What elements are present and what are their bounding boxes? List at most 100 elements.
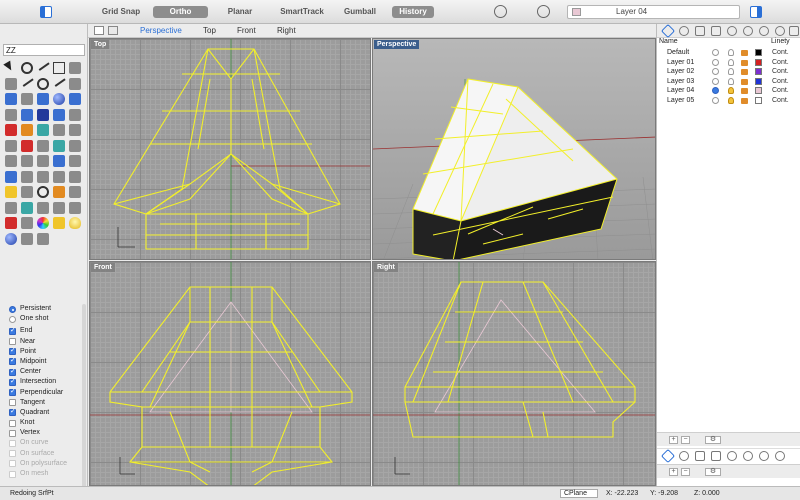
- osnap-on-surface[interactable]: On surface: [4, 449, 84, 459]
- remove-layer-button[interactable]: −: [681, 436, 690, 444]
- tool-icon[interactable]: [37, 232, 49, 245]
- layer-row[interactable]: Layer 05 Cont.: [657, 96, 800, 106]
- visibility-bulb-icon[interactable]: [728, 77, 734, 85]
- perspective-viewport[interactable]: Perspective: [372, 38, 656, 260]
- trim-icon[interactable]: [5, 124, 17, 136]
- smarttrack-button[interactable]: SmartTrack: [279, 6, 325, 18]
- grid-icon[interactable]: [21, 170, 33, 183]
- right-viewport[interactable]: Right: [372, 261, 656, 486]
- mesh-icon[interactable]: [5, 170, 17, 183]
- layer-options-gear-icon[interactable]: ⚙: [705, 436, 721, 444]
- current-layer-radio[interactable]: [712, 96, 719, 104]
- lock-icon[interactable]: [741, 69, 748, 75]
- gumball-button[interactable]: Gumball: [343, 6, 377, 18]
- shell-icon[interactable]: [69, 155, 81, 167]
- tab-top[interactable]: Top: [203, 26, 216, 35]
- sphere-icon[interactable]: [53, 93, 65, 105]
- osnap-perpendicular[interactable]: Perpendicular: [4, 387, 84, 398]
- render-sphere-icon[interactable]: [5, 232, 17, 245]
- checkbox[interactable]: [9, 429, 16, 437]
- camera-icon[interactable]: [21, 186, 33, 198]
- move-icon[interactable]: [37, 139, 49, 152]
- checkbox[interactable]: [9, 460, 16, 468]
- render-icon[interactable]: [37, 186, 49, 198]
- osnap-point[interactable]: Point: [4, 346, 84, 357]
- layer-row[interactable]: Layer 04 Cont.: [657, 86, 800, 96]
- visibility-bulb-icon[interactable]: [728, 49, 734, 56]
- lights-icon[interactable]: [727, 26, 737, 36]
- point-icon[interactable]: [21, 62, 33, 74]
- layer-row[interactable]: Layer 03 Cont.: [657, 77, 800, 87]
- osnap-center[interactable]: Center: [4, 367, 84, 377]
- mirror-icon[interactable]: [21, 155, 33, 167]
- grid-snap-button[interactable]: Grid Snap: [100, 6, 142, 18]
- sweep-icon[interactable]: [37, 108, 49, 121]
- top-viewport[interactable]: Top: [89, 38, 371, 260]
- layer-color-swatch[interactable]: [755, 68, 762, 75]
- spline-icon[interactable]: [52, 74, 66, 87]
- checkbox[interactable]: [9, 377, 16, 387]
- loft-icon[interactable]: [21, 108, 33, 121]
- lock-icon[interactable]: [741, 97, 748, 104]
- layers-icon[interactable]: [69, 186, 81, 198]
- osnap-mode-one-shot[interactable]: One shot: [4, 314, 84, 324]
- osnap-near[interactable]: Near: [4, 337, 84, 347]
- checkbox[interactable]: [9, 387, 16, 397]
- display-mode-icon[interactable]: [21, 232, 33, 245]
- sun-icon[interactable]: [69, 217, 81, 229]
- camera-icon[interactable]: [711, 451, 721, 461]
- history-button[interactable]: History: [392, 6, 434, 18]
- remove-button[interactable]: −: [681, 468, 690, 476]
- tab-front[interactable]: Front: [237, 26, 256, 35]
- current-layer-radio[interactable]: [712, 87, 719, 94]
- layer-linetype[interactable]: Cont.: [772, 77, 789, 86]
- surface-icon[interactable]: [5, 93, 17, 105]
- checkbox[interactable]: [9, 356, 16, 366]
- chamfer-icon[interactable]: [21, 139, 33, 152]
- osnap-intersection[interactable]: Intersection: [4, 377, 84, 387]
- osnap-on-curve[interactable]: On curve: [4, 438, 84, 448]
- lock-icon[interactable]: [741, 88, 748, 94]
- display-icon[interactable]: [695, 451, 705, 461]
- rectangle-icon[interactable]: [53, 62, 65, 74]
- settings-icon[interactable]: [759, 26, 769, 36]
- object-icon[interactable]: [775, 26, 785, 36]
- bulb-icon[interactable]: [53, 217, 65, 229]
- fillet-icon[interactable]: [5, 139, 17, 152]
- checkbox[interactable]: [9, 338, 16, 346]
- dimension-icon[interactable]: [53, 170, 65, 183]
- array-icon[interactable]: [5, 155, 17, 167]
- line-icon[interactable]: [5, 77, 17, 90]
- layer-color-swatch[interactable]: [755, 49, 762, 56]
- current-layer-radio[interactable]: [712, 49, 719, 56]
- light-icon[interactable]: [5, 186, 17, 198]
- select-arrow-icon[interactable]: [3, 60, 15, 73]
- plane-icon[interactable]: [21, 93, 33, 105]
- layers-icon[interactable]: [660, 448, 676, 464]
- current-layer-radio[interactable]: [712, 58, 719, 66]
- arc-icon[interactable]: [20, 74, 34, 87]
- explode-icon[interactable]: [53, 124, 65, 136]
- osnap-knot[interactable]: Knot: [4, 418, 84, 428]
- environment-icon[interactable]: [21, 217, 33, 229]
- current-layer-radio[interactable]: [712, 77, 719, 85]
- options-gear-icon[interactable]: ⚙: [705, 468, 721, 476]
- osnap-tangent[interactable]: Tangent: [4, 398, 84, 408]
- target-icon[interactable]: [537, 5, 550, 18]
- layer-row[interactable]: Layer 02 Cont.: [657, 67, 800, 77]
- group-icon[interactable]: [5, 201, 17, 214]
- layer-color-swatch[interactable]: [755, 77, 762, 85]
- ortho-button[interactable]: Ortho: [153, 6, 208, 18]
- patch-icon[interactable]: [69, 108, 81, 121]
- notes-icon[interactable]: [789, 26, 799, 36]
- lock-icon[interactable]: [741, 50, 748, 56]
- snap-icon[interactable]: [37, 170, 49, 183]
- color-wheel-icon[interactable]: [37, 217, 49, 229]
- osnap-vertex[interactable]: Vertex: [4, 428, 84, 438]
- layer-row[interactable]: Layer 01 Cont.: [657, 58, 800, 68]
- layer-color-swatch[interactable]: [755, 96, 762, 104]
- help-icon[interactable]: [743, 451, 753, 461]
- osnap-midpoint[interactable]: Midpoint: [4, 356, 84, 367]
- layer-linetype[interactable]: Cont.: [772, 58, 789, 67]
- properties-icon[interactable]: [69, 201, 81, 214]
